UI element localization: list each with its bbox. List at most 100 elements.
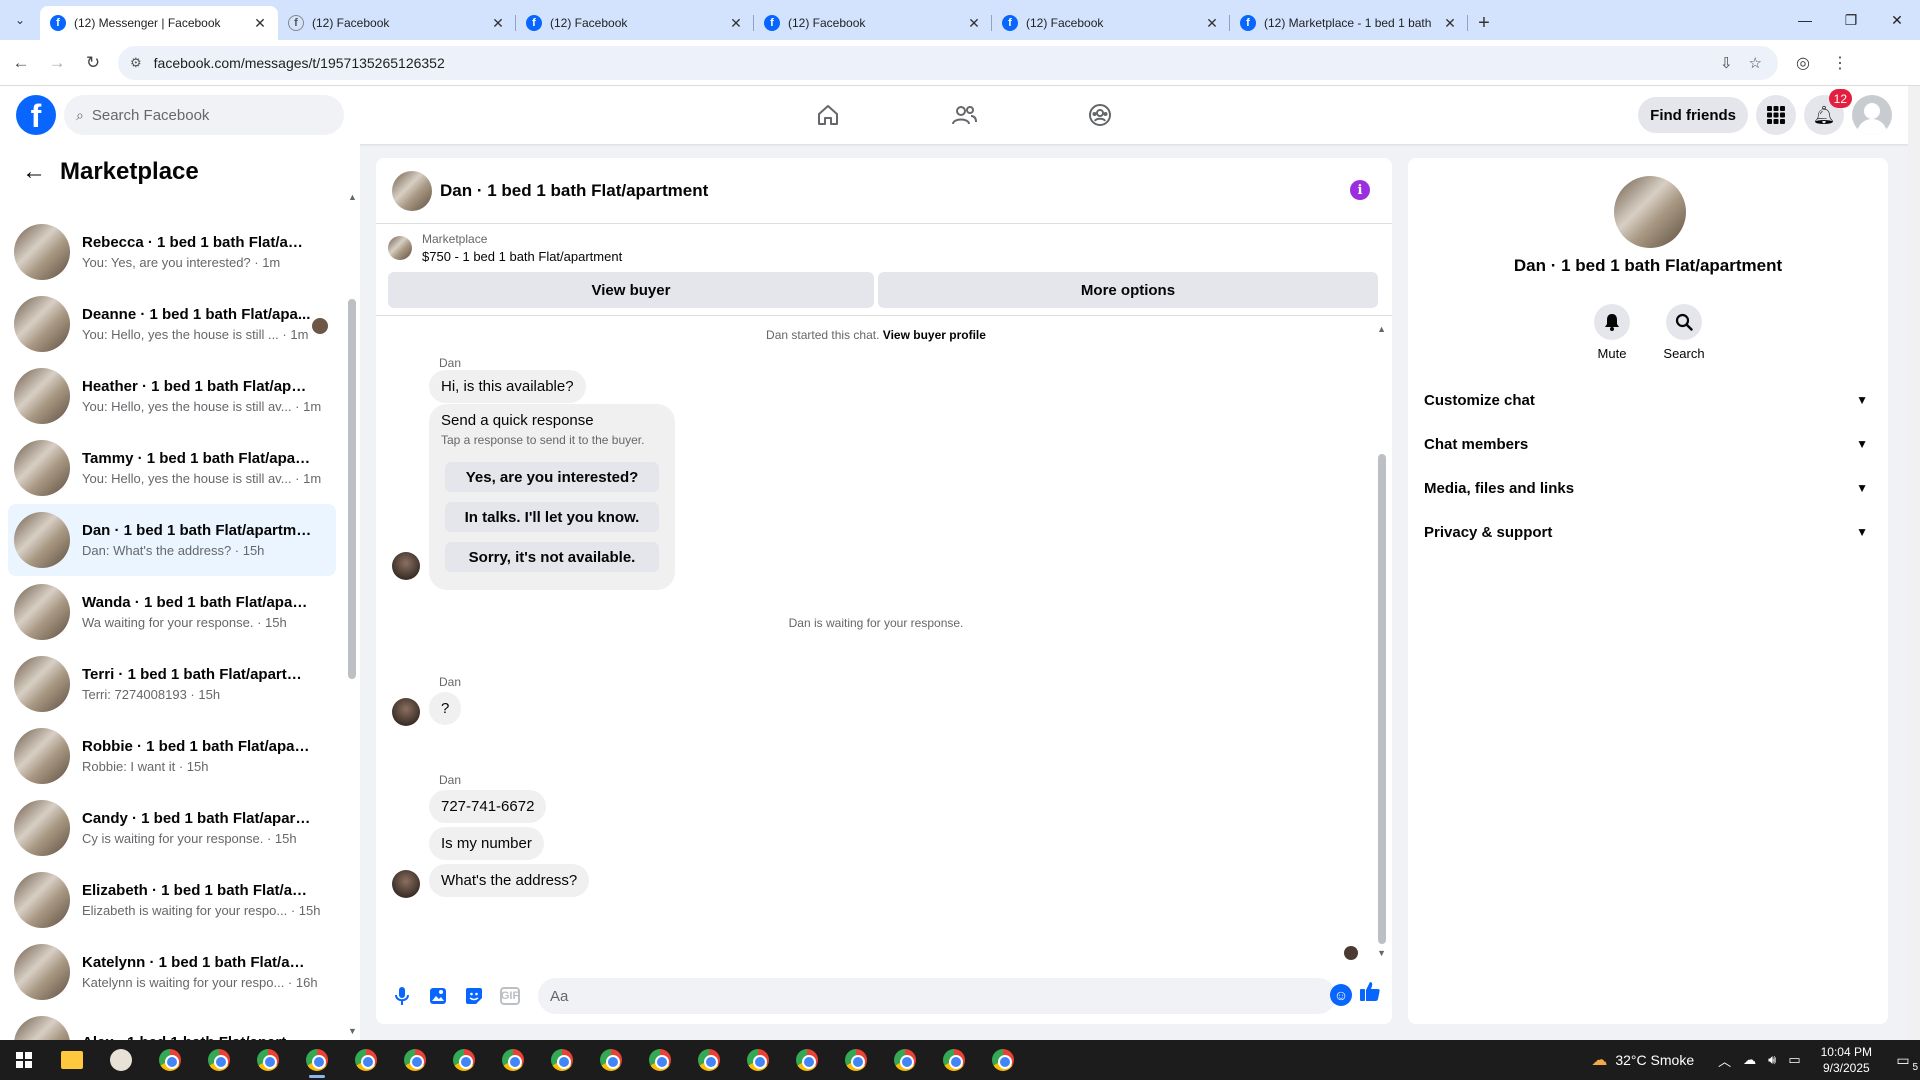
chrome-taskbar-icon[interactable] bbox=[493, 1040, 533, 1080]
message-bubble[interactable]: What's the address? bbox=[429, 864, 590, 897]
conversation-item[interactable]: Wanda · 1 bed 1 bath Flat/apart... Wa wai… bbox=[8, 576, 336, 648]
chrome-taskbar-icon[interactable] bbox=[395, 1040, 435, 1080]
message-bubble[interactable]: ? bbox=[429, 692, 462, 725]
media-files-section[interactable]: Media, files and links ▼ bbox=[1424, 468, 1880, 508]
install-app-icon[interactable]: ⇩ bbox=[1720, 54, 1733, 72]
customize-chat-section[interactable]: Customize chat ▼ bbox=[1424, 380, 1880, 420]
new-tab-button[interactable]: + bbox=[1468, 6, 1500, 40]
browser-tab[interactable]: f (12) Marketplace - 1 bed 1 bath ✕ bbox=[1230, 6, 1468, 40]
gif-icon[interactable]: GIF bbox=[500, 987, 520, 1005]
friends-icon[interactable] bbox=[896, 86, 1032, 144]
view-buyer-profile-link[interactable]: View buyer profile bbox=[883, 328, 986, 342]
conversation-item[interactable]: Robbie · 1 bed 1 bath Flat/apart... Robbi… bbox=[8, 720, 336, 792]
volume-icon[interactable]: 🔊︎ bbox=[1768, 1052, 1776, 1068]
browser-tab[interactable]: f (12) Messenger | Facebook ✕ bbox=[40, 6, 278, 40]
quick-response-option[interactable]: Sorry, it's not available. bbox=[445, 542, 659, 572]
chrome-taskbar-icon[interactable] bbox=[836, 1040, 876, 1080]
chrome-taskbar-icon[interactable] bbox=[934, 1040, 974, 1080]
onedrive-icon[interactable]: ☁ bbox=[1743, 1052, 1756, 1068]
sticker-icon[interactable] bbox=[462, 984, 486, 1008]
browser-tab[interactable]: f (12) Facebook ✕ bbox=[992, 6, 1230, 40]
chrome-taskbar-icon[interactable] bbox=[591, 1040, 631, 1080]
details-avatar[interactable] bbox=[1614, 176, 1686, 248]
page-scrollbar[interactable] bbox=[1908, 86, 1920, 1040]
close-tab-icon[interactable]: ✕ bbox=[966, 15, 982, 32]
emoji-icon[interactable]: ☺ bbox=[1330, 984, 1352, 1006]
file-explorer-icon[interactable] bbox=[52, 1040, 92, 1080]
chrome-taskbar-icon[interactable] bbox=[346, 1040, 386, 1080]
close-tab-icon[interactable]: ✕ bbox=[1442, 15, 1458, 32]
chrome-taskbar-icon[interactable] bbox=[640, 1040, 680, 1080]
listing-price[interactable]: $750 - 1 bed 1 bath Flat/apartment bbox=[422, 249, 622, 264]
chrome-taskbar-icon[interactable] bbox=[150, 1040, 190, 1080]
conversation-item[interactable]: Heather · 1 bed 1 bath Flat/apart... You:… bbox=[8, 360, 336, 432]
view-buyer-button[interactable]: View buyer bbox=[388, 272, 874, 308]
back-button[interactable]: ← bbox=[6, 48, 36, 78]
chevron-up-icon[interactable]: ︿ bbox=[1718, 1051, 1731, 1070]
notifications-button[interactable]: 🔔︎ 12 bbox=[1804, 89, 1852, 135]
sidebar-scrollbar[interactable] bbox=[348, 299, 356, 679]
more-options-button[interactable]: More options bbox=[878, 272, 1378, 308]
chrome-taskbar-icon[interactable] bbox=[199, 1040, 239, 1080]
thumbs-up-icon[interactable] bbox=[1359, 980, 1381, 1008]
browser-tab[interactable]: f (12) Facebook ✕ bbox=[278, 6, 516, 40]
address-bar[interactable]: ⚙ facebook.com/messages/t/19571352651263… bbox=[118, 45, 1778, 80]
clock[interactable]: 10:04 PM 9/3/2025 bbox=[1821, 1044, 1872, 1076]
site-info-icon[interactable]: ⚙ bbox=[130, 55, 142, 71]
sender-avatar[interactable] bbox=[392, 552, 420, 580]
scroll-up-arrow[interactable]: ▲ bbox=[348, 192, 357, 202]
weather-widget[interactable]: ☁ 32°C Smoke bbox=[1591, 1050, 1694, 1070]
conversation-item[interactable]: Katelynn · 1 bed 1 bath Flat/apar... Kate… bbox=[8, 936, 336, 1008]
conversation-item[interactable]: Tammy · 1 bed 1 bath Flat/apart... You: H… bbox=[8, 432, 336, 504]
conversation-item[interactable]: Candy · 1 bed 1 bath Flat/apartm... Cy is… bbox=[8, 792, 336, 864]
browser-menu-icon[interactable]: ⋮ bbox=[1832, 53, 1848, 73]
minimize-button[interactable]: — bbox=[1782, 0, 1828, 40]
notification-center-button[interactable]: ▭ 5 bbox=[1886, 1052, 1920, 1073]
chrome-taskbar-icon[interactable] bbox=[248, 1040, 288, 1080]
tab-search-button[interactable]: ⌄ bbox=[0, 0, 40, 40]
message-bubble[interactable]: 727-741-6672 bbox=[429, 790, 547, 823]
chat-scroll-up-arrow[interactable]: ▲ bbox=[1377, 324, 1386, 334]
mute-button[interactable]: Mute bbox=[1594, 304, 1630, 361]
chat-avatar[interactable] bbox=[392, 170, 432, 211]
network-icon[interactable]: ▭ bbox=[1788, 1052, 1800, 1068]
conversation-item[interactable]: Deanne · 1 bed 1 bath Flat/apa... You: He… bbox=[8, 288, 336, 360]
close-tab-icon[interactable]: ✕ bbox=[252, 15, 268, 32]
forward-button[interactable]: → bbox=[42, 48, 72, 78]
menu-grid-button[interactable] bbox=[1756, 95, 1796, 135]
app-icon[interactable] bbox=[101, 1040, 141, 1080]
chrome-taskbar-icon[interactable] bbox=[297, 1040, 337, 1080]
sender-avatar[interactable] bbox=[392, 870, 420, 898]
reload-button[interactable]: ↻ bbox=[78, 48, 108, 78]
listing-thumbnail[interactable] bbox=[388, 236, 412, 260]
back-arrow-icon[interactable]: ← bbox=[22, 158, 46, 186]
close-tab-icon[interactable]: ✕ bbox=[1204, 15, 1220, 32]
chrome-taskbar-icon[interactable] bbox=[787, 1040, 827, 1080]
quick-response-option[interactable]: Yes, are you interested? bbox=[445, 462, 659, 492]
scroll-down-arrow[interactable]: ▼ bbox=[348, 1026, 357, 1036]
search-chat-button[interactable]: Search bbox=[1663, 304, 1705, 361]
maximize-button[interactable]: ❐ bbox=[1828, 0, 1874, 40]
close-tab-icon[interactable]: ✕ bbox=[728, 15, 744, 32]
privacy-support-section[interactable]: Privacy & support ▼ bbox=[1424, 512, 1880, 552]
chrome-taskbar-icon[interactable] bbox=[885, 1040, 925, 1080]
close-tab-icon[interactable]: ✕ bbox=[490, 15, 506, 32]
home-icon[interactable] bbox=[760, 86, 896, 144]
chrome-taskbar-icon[interactable] bbox=[444, 1040, 484, 1080]
conversation-item[interactable]: Terri · 1 bed 1 bath Flat/apartment Terri… bbox=[8, 648, 336, 720]
bookmark-star-icon[interactable]: ☆ bbox=[1749, 54, 1762, 72]
sender-avatar[interactable] bbox=[392, 698, 420, 726]
quick-response-option[interactable]: In talks. I'll let you know. bbox=[445, 502, 659, 532]
profile-icon[interactable]: ◎ bbox=[1796, 53, 1810, 73]
message-input[interactable] bbox=[538, 978, 1336, 1014]
microphone-icon[interactable] bbox=[390, 984, 414, 1008]
groups-icon[interactable] bbox=[1032, 86, 1168, 144]
chrome-taskbar-icon[interactable] bbox=[983, 1040, 1023, 1080]
chat-title[interactable]: Dan · 1 bed 1 bath Flat/apartment bbox=[440, 181, 708, 201]
chrome-taskbar-icon[interactable] bbox=[738, 1040, 778, 1080]
facebook-logo[interactable]: f bbox=[16, 95, 56, 135]
info-icon[interactable]: i bbox=[1350, 180, 1370, 200]
conversation-item[interactable]: Rebecca · 1 bed 1 bath Flat/apart... You:… bbox=[8, 216, 336, 288]
chat-scrollbar[interactable] bbox=[1378, 454, 1386, 944]
start-button[interactable] bbox=[0, 1040, 48, 1080]
